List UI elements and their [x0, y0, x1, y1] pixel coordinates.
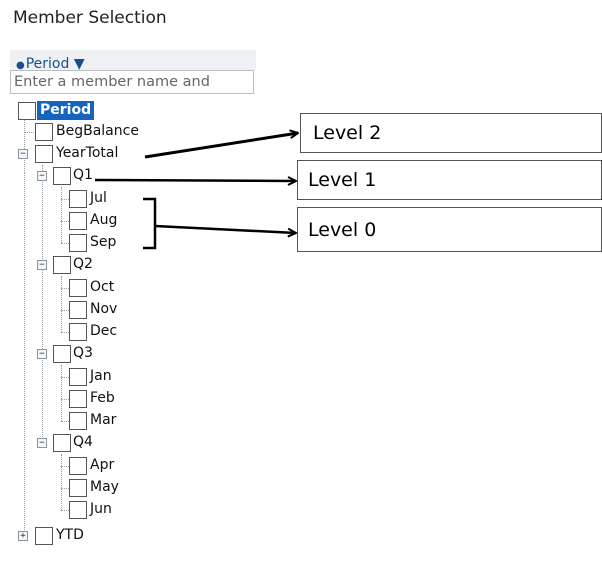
level-1-arrow: [94, 180, 296, 181]
annotation-arrows: [94, 0, 602, 250]
level-0-arrow: [154, 224, 296, 233]
level-0-bracket: [143, 197, 157, 250]
level-2-arrow: [144, 133, 298, 159]
